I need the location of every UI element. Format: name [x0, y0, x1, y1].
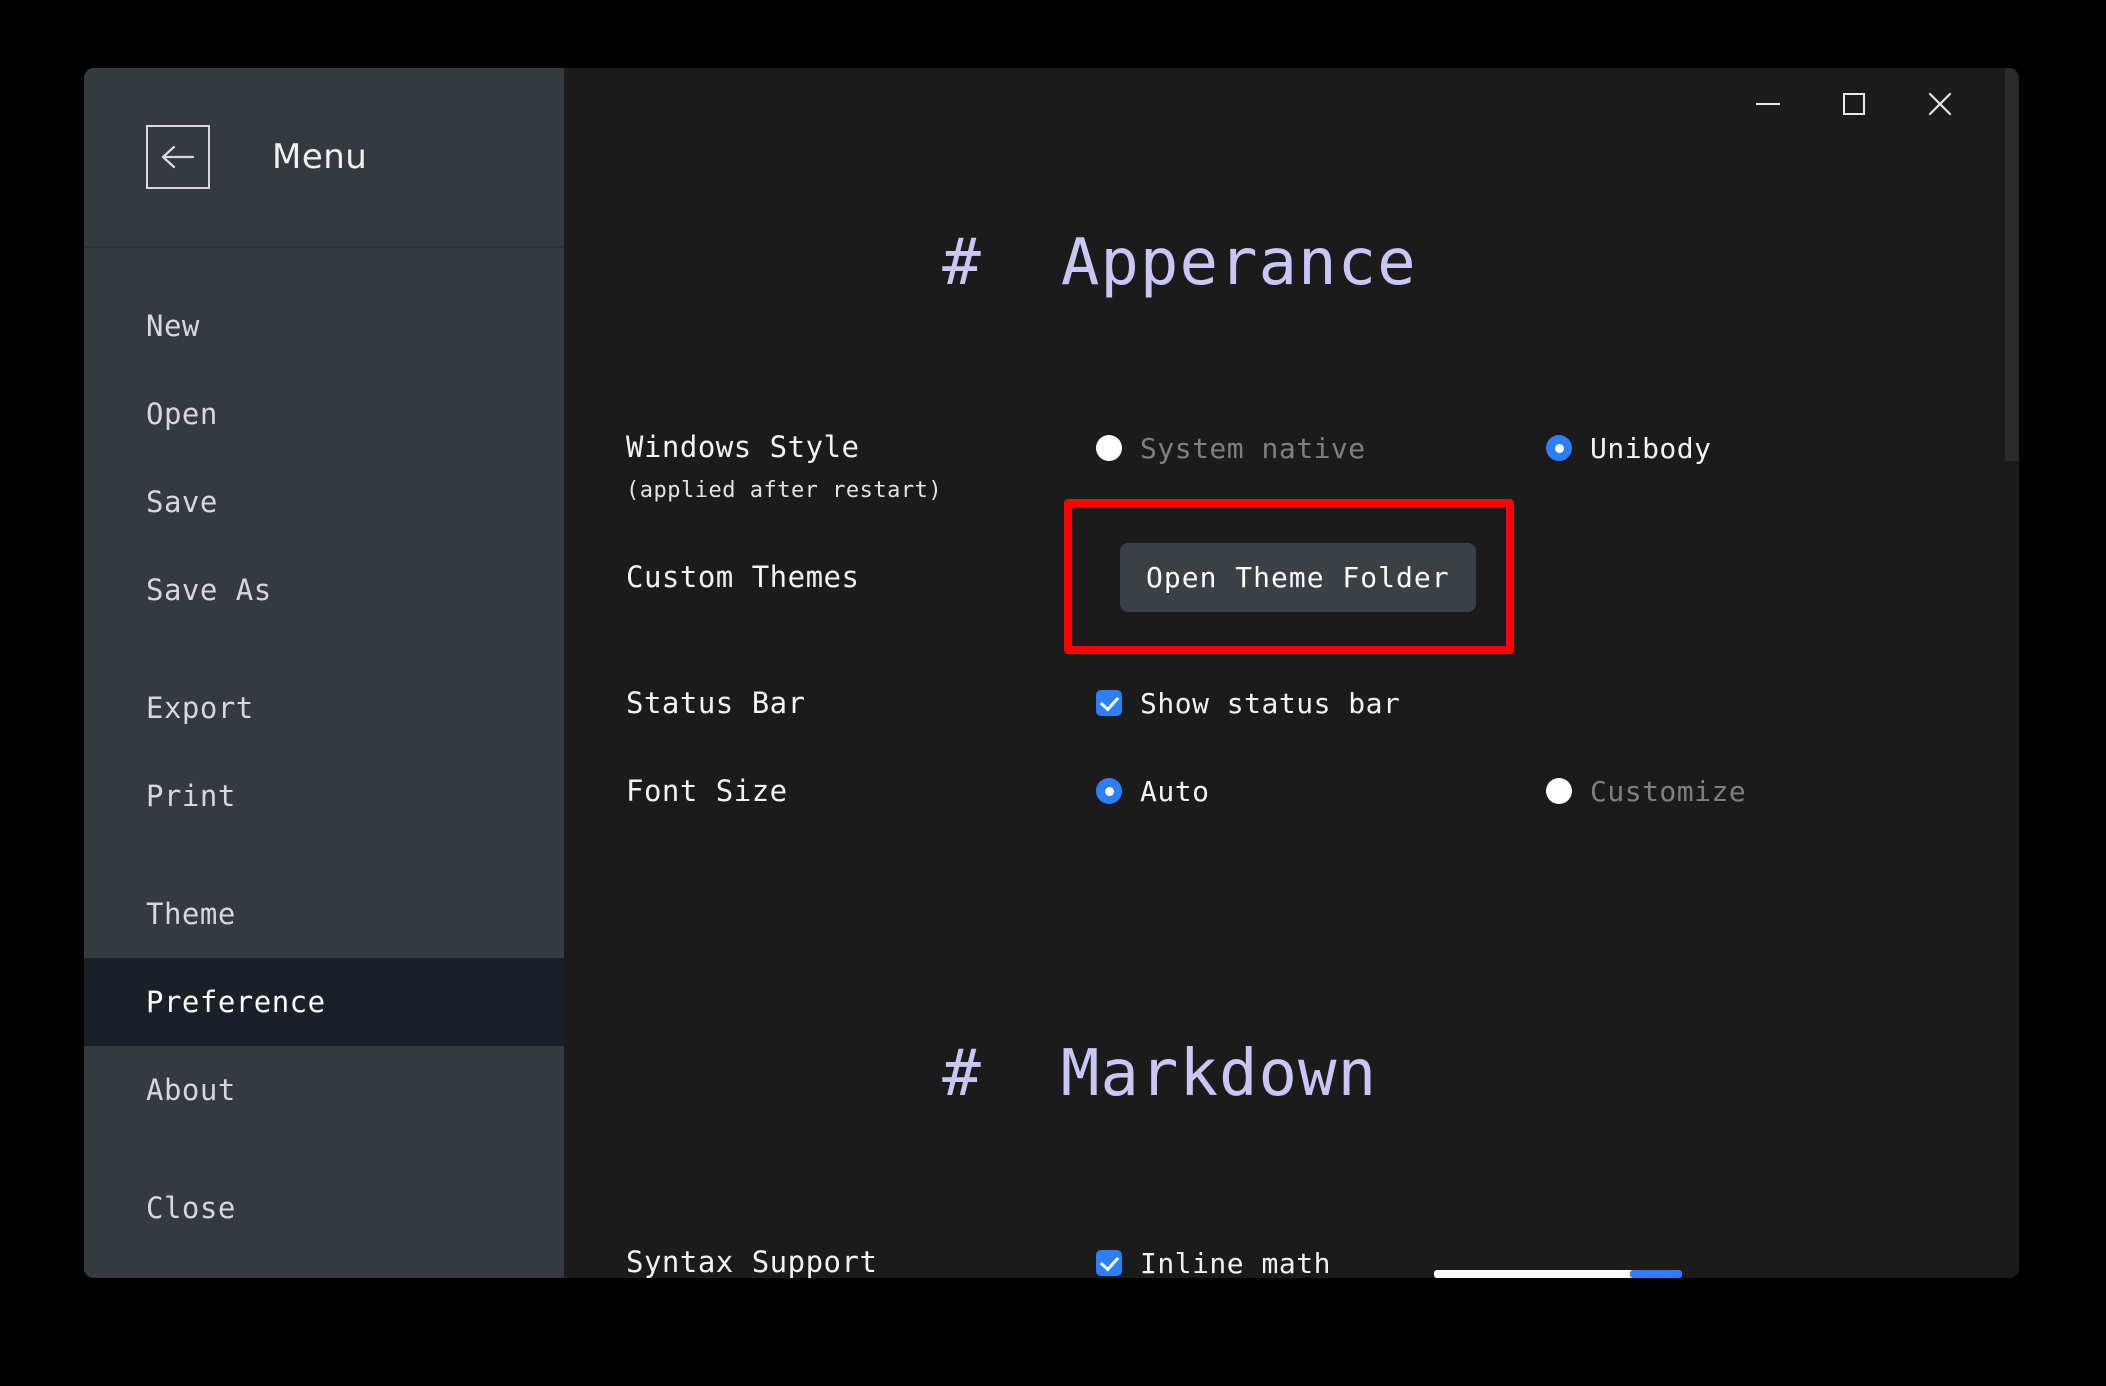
row-status-bar: Status Bar Show status bar [626, 681, 1949, 725]
checkbox-show-status-bar[interactable]: Show status bar [1096, 681, 1546, 725]
heading-text: Markdown [1061, 1037, 1377, 1111]
sidebar-item-label: Close [146, 1191, 236, 1225]
sidebar-item-label: Theme [146, 897, 236, 931]
sidebar: Menu New Open Save Save As Export Print [84, 68, 564, 1278]
minimize-icon [1754, 98, 1782, 110]
partial-slider-track[interactable] [1434, 1270, 1634, 1278]
sidebar-group-divider [84, 840, 564, 870]
sidebar-item-label: Print [146, 779, 236, 813]
sidebar-item-save[interactable]: Save [84, 458, 564, 546]
partial-slider-fill [1630, 1270, 1682, 1278]
radio-system-native[interactable]: System native [1096, 426, 1546, 470]
close-icon [1926, 90, 1954, 118]
sidebar-item-export[interactable]: Export [84, 664, 564, 752]
sidebar-title: Menu [272, 137, 367, 177]
sidebar-item-label: Save As [146, 573, 272, 607]
windows-style-label-col: Windows Style (applied after restart) [626, 426, 1096, 503]
sidebar-menu-list: New Open Save Save As Export Print Theme [84, 248, 564, 1278]
sidebar-item-label: Export [146, 691, 254, 725]
sidebar-item-label: New [146, 309, 200, 343]
close-button[interactable] [1897, 75, 1983, 133]
syntax-support-label-col: Syntax Support (applied after restart) [626, 1241, 1096, 1278]
sidebar-header: Menu [84, 68, 564, 248]
sidebar-item-theme[interactable]: Theme [84, 870, 564, 958]
sidebar-item-label: Save [146, 485, 218, 519]
sidebar-item-preference[interactable]: Preference [84, 958, 564, 1046]
radio-unibody[interactable]: Unibody [1546, 426, 1996, 470]
sidebar-item-open[interactable]: Open [84, 370, 564, 458]
back-button[interactable] [146, 125, 210, 189]
radio-indicator [1096, 778, 1122, 804]
font-size-option-col-2: Customize [1546, 769, 1996, 813]
heading-hash: # [942, 226, 982, 300]
vertical-scrollbar[interactable] [2005, 68, 2019, 1278]
windows-style-sublabel: (applied after restart) [626, 478, 1096, 503]
arrow-left-icon [161, 144, 195, 170]
row-windows-style: Windows Style (applied after restart) Sy… [626, 426, 1949, 503]
checkbox-label: Inline math [1140, 1247, 1331, 1279]
maximize-icon [1841, 91, 1867, 117]
radio-indicator [1546, 778, 1572, 804]
checkbox-label: Show status bar [1140, 687, 1400, 720]
heading-text: Apperance [1061, 226, 1417, 300]
theme-button-wrapper: Open Theme Folder [1120, 543, 1476, 612]
row-font-size: Font Size Auto Customize [626, 769, 1949, 813]
main-content: # Apperance Windows Style (applied after… [564, 68, 2019, 1278]
sidebar-item-about[interactable]: About [84, 1046, 564, 1134]
sidebar-item-save-as[interactable]: Save As [84, 546, 564, 634]
sidebar-item-print[interactable]: Print [84, 752, 564, 840]
windows-style-option-col-1: System native [1096, 426, 1546, 470]
checkbox-indicator [1096, 690, 1122, 716]
sidebar-item-close[interactable]: Close [84, 1164, 564, 1252]
status-bar-label: Status Bar [626, 686, 1096, 720]
font-size-option-col-1: Auto [1096, 769, 1546, 813]
radio-label: System native [1140, 432, 1366, 465]
maximize-button[interactable] [1811, 75, 1897, 133]
radio-indicator [1546, 435, 1572, 461]
custom-themes-label-col: Custom Themes [626, 560, 1096, 594]
open-theme-folder-button[interactable]: Open Theme Folder [1120, 543, 1476, 612]
row-syntax-support: Syntax Support (applied after restart) I… [626, 1241, 1949, 1278]
font-size-label: Font Size [626, 774, 1096, 808]
sidebar-item-new[interactable]: New [84, 282, 564, 370]
radio-indicator [1096, 435, 1122, 461]
radio-label: Customize [1590, 775, 1746, 808]
heading-hash: # [942, 1037, 982, 1111]
app-window: Menu New Open Save Save As Export Print [84, 68, 2019, 1278]
sidebar-group-divider [84, 1134, 564, 1164]
window-titlebar [1725, 68, 2019, 140]
status-bar-option-col: Show status bar [1096, 681, 1546, 725]
radio-font-auto[interactable]: Auto [1096, 769, 1546, 813]
syntax-support-label: Syntax Support [626, 1245, 1096, 1278]
radio-label: Auto [1140, 775, 1209, 808]
radio-label: Unibody [1590, 432, 1712, 465]
page-title-markdown: # Markdown [626, 963, 1949, 1185]
checkbox-indicator [1096, 1250, 1122, 1276]
windows-style-option-col-2: Unibody [1546, 426, 1996, 470]
sidebar-group-divider [84, 634, 564, 664]
radio-font-customize[interactable]: Customize [1546, 769, 1996, 813]
font-size-label-col: Font Size [626, 774, 1096, 808]
sidebar-item-label: About [146, 1073, 236, 1107]
custom-themes-action-col: Open Theme Folder [1096, 543, 1546, 612]
custom-themes-label: Custom Themes [626, 560, 1096, 594]
page-title-apperance: # Apperance [626, 152, 1949, 374]
minimize-button[interactable] [1725, 75, 1811, 133]
sidebar-item-label: Preference [146, 985, 326, 1019]
status-bar-label-col: Status Bar [626, 686, 1096, 720]
sidebar-item-label: Open [146, 397, 218, 431]
settings-content: # Apperance Windows Style (applied after… [564, 68, 2019, 1278]
row-custom-themes: Custom Themes Open Theme Folder [626, 529, 1949, 625]
windows-style-label: Windows Style [626, 430, 1096, 464]
